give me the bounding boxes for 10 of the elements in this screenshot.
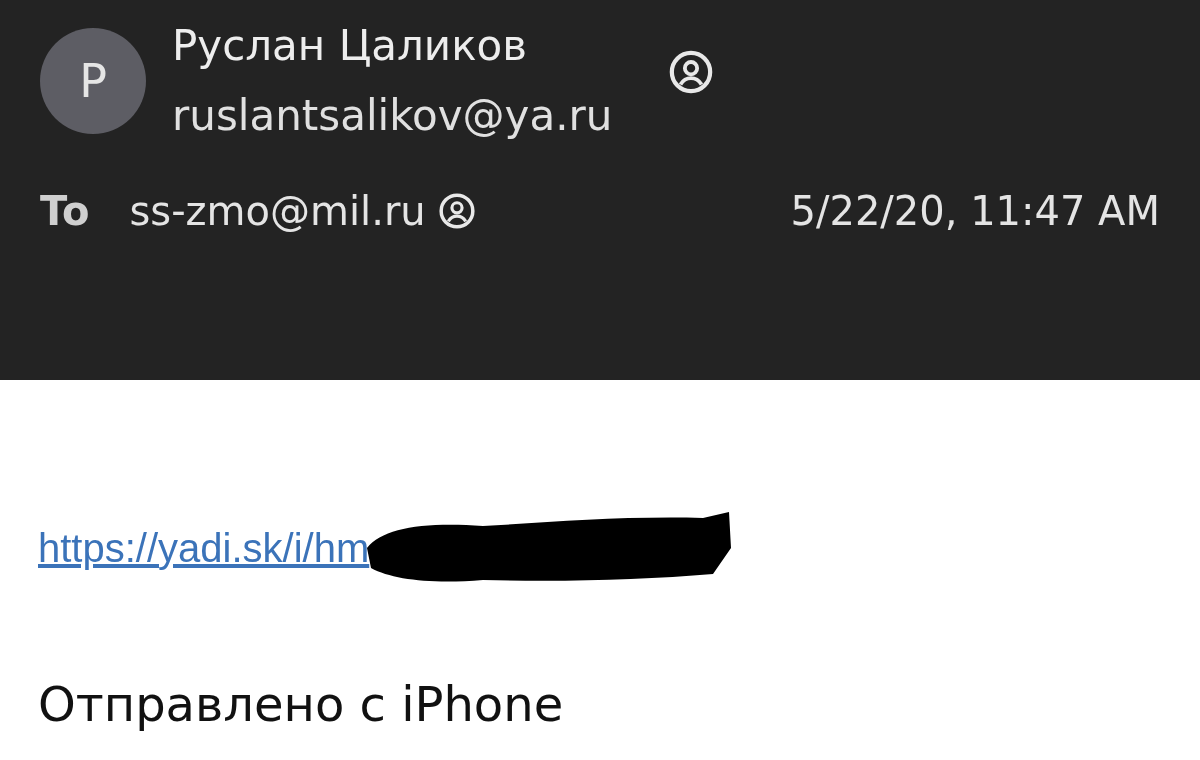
link[interactable]: https://yadi.sk/i/hm [38, 525, 370, 571]
sender-name: Руслан Цаликов [172, 20, 528, 72]
signature: Отправлено с iPhone [38, 676, 565, 732]
avatar: Р [40, 28, 146, 134]
contact-icon[interactable] [668, 49, 715, 95]
to-label: To [40, 188, 90, 234]
recipient-address: ss-zmo@mil.ru [129, 188, 426, 234]
message-date: 5/22/20, 11:47 AM [790, 188, 1160, 234]
sender-email: ruslantsalikov@ya.ru [172, 90, 613, 142]
contact-icon[interactable] [437, 192, 476, 230]
